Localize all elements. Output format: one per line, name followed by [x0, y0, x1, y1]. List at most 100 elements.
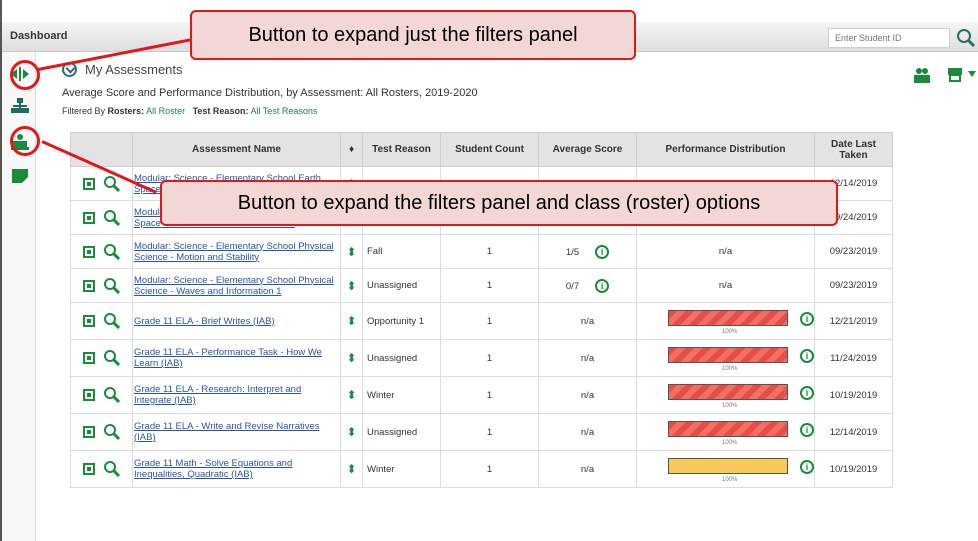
print-row-icon[interactable] — [82, 388, 96, 402]
print-row-icon[interactable] — [82, 351, 96, 365]
info-icon[interactable]: i — [800, 386, 814, 400]
sort-row-icon[interactable]: ⬍ — [346, 462, 356, 476]
table-row: Modular: Science - Elementary School Phy… — [70, 268, 893, 303]
row-sort-cell[interactable]: ⬍ — [340, 376, 363, 414]
row-sort-cell[interactable]: ⬍ — [340, 450, 363, 488]
column-performance-distribution[interactable]: Performance Distribution — [636, 132, 815, 167]
sort-row-icon[interactable]: ⬍ — [346, 314, 356, 328]
magnify-row-icon[interactable] — [104, 209, 120, 226]
test-reason-cell: Unassigned — [362, 268, 441, 303]
performance-bar[interactable] — [668, 384, 788, 400]
sort-icon[interactable]: ♦ — [349, 144, 354, 155]
print-row-icon[interactable] — [82, 177, 96, 191]
student-count-cell: 1 — [440, 376, 539, 414]
rosters-value: All Roster — [146, 106, 186, 116]
print-students-icon[interactable] — [912, 66, 932, 84]
row-sort-cell[interactable]: ⬍ — [340, 413, 363, 451]
filter-summary: Filtered By Rosters: All Roster Test Rea… — [62, 106, 317, 116]
print-row-icon[interactable] — [82, 279, 96, 293]
column-assessment-name[interactable]: Assessment Name — [132, 132, 341, 167]
assessment-link[interactable]: Modular: Science - Elementary School Phy… — [134, 241, 339, 263]
print-dropdown-icon[interactable] — [946, 66, 978, 84]
assessment-link[interactable]: Modular: Science - Elementary School Phy… — [134, 275, 339, 297]
assessment-name-cell[interactable]: Grade 11 ELA - Performance Task - How We… — [132, 339, 341, 377]
print-row-icon[interactable] — [82, 314, 96, 328]
search-icon[interactable] — [955, 27, 977, 49]
magnify-row-icon[interactable] — [104, 424, 120, 440]
sort-column-header[interactable]: ♦ — [340, 132, 363, 167]
info-icon[interactable]: i — [595, 278, 610, 293]
callout-filters-roster: Button to expand the filters panel and c… — [160, 180, 838, 226]
note-icon[interactable] — [10, 166, 30, 186]
performance-bar[interactable] — [668, 347, 788, 363]
table-row: Grade 11 Math - Solve Equations and Ineq… — [70, 450, 893, 488]
sort-row-icon[interactable]: ⬍ — [346, 279, 356, 293]
info-icon[interactable]: i — [800, 312, 814, 326]
print-row-icon[interactable] — [82, 245, 96, 259]
icons-header — [70, 132, 133, 167]
table-row: Grade 11 ELA - Brief Writes (IAB) ⬍ Opport… — [70, 302, 893, 340]
magnify-row-icon[interactable] — [104, 350, 120, 366]
date-cell: 10/19/2019 — [814, 450, 893, 488]
average-score-cell: 1/5 i — [538, 234, 637, 269]
row-actions — [70, 200, 133, 235]
student-id-input[interactable] — [828, 28, 950, 48]
assessment-name-cell[interactable]: Grade 11 ELA - Write and Revise Narrativ… — [132, 413, 341, 451]
student-count-cell: 1 — [440, 339, 539, 377]
info-icon[interactable]: i — [800, 349, 814, 363]
student-count-cell: 1 — [440, 234, 539, 269]
student-count-cell: 1 — [440, 413, 539, 451]
print-row-icon[interactable] — [82, 211, 96, 225]
magnify-row-icon[interactable] — [104, 387, 120, 403]
assessment-link[interactable]: Grade 11 Math - Solve Equations and Ineq… — [134, 458, 339, 480]
column-test-reason[interactable]: Test Reason — [362, 132, 441, 167]
row-sort-cell[interactable]: ⬍ — [340, 302, 363, 340]
assessment-name-cell[interactable]: Grade 11 ELA - Brief Writes (IAB) — [132, 302, 341, 340]
date-cell: 09/23/2019 — [814, 234, 893, 269]
roster-button-highlight — [10, 126, 40, 156]
sort-row-icon[interactable]: ⬍ — [346, 351, 356, 365]
row-actions — [70, 302, 133, 340]
bar-percent-label: 100% — [722, 366, 738, 372]
info-icon[interactable]: i — [800, 423, 814, 437]
section-title: My Assessments — [85, 62, 183, 77]
magnify-row-icon[interactable] — [104, 243, 120, 260]
info-icon[interactable]: i — [800, 460, 814, 474]
print-row-icon[interactable] — [82, 425, 96, 439]
assessment-link[interactable]: Grade 11 ELA - Research: Interpret and I… — [134, 384, 339, 406]
sort-row-icon[interactable]: ⬍ — [346, 425, 356, 439]
assessment-name-cell[interactable]: Modular: Science - Elementary School Phy… — [132, 268, 341, 303]
assessment-link[interactable]: Grade 11 ELA - Brief Writes (IAB) — [134, 316, 339, 327]
info-icon[interactable]: i — [595, 244, 610, 259]
row-actions — [70, 339, 133, 377]
performance-bar[interactable] — [668, 458, 788, 474]
performance-bar[interactable] — [668, 310, 788, 326]
row-actions — [70, 166, 133, 201]
assessment-name-cell[interactable]: Grade 11 ELA - Research: Interpret and I… — [132, 376, 341, 414]
sort-row-icon[interactable]: ⬍ — [346, 388, 356, 402]
row-actions — [70, 450, 133, 488]
assessment-link[interactable]: Grade 11 ELA - Performance Task - How We… — [134, 347, 339, 369]
magnify-row-icon[interactable] — [104, 175, 120, 192]
column-average-score[interactable]: Average Score — [538, 132, 637, 167]
sort-row-icon[interactable]: ⬍ — [346, 245, 356, 259]
performance-bar[interactable] — [668, 421, 788, 437]
magnify-row-icon[interactable] — [104, 461, 120, 477]
test-reason-cell: Winter — [362, 376, 441, 414]
column-student-count[interactable]: Student Count — [440, 132, 539, 167]
column-date-last-taken[interactable]: Date Last Taken — [814, 132, 893, 167]
row-sort-cell[interactable]: ⬍ — [340, 234, 363, 269]
assessment-link[interactable]: Grade 11 ELA - Write and Revise Narrativ… — [134, 421, 339, 443]
assessment-name-cell[interactable]: Modular: Science - Elementary School Phy… — [132, 234, 341, 269]
row-sort-cell[interactable]: ⬍ — [340, 339, 363, 377]
average-score-cell: 0/7 i — [538, 268, 637, 303]
row-sort-cell[interactable]: ⬍ — [340, 268, 363, 303]
print-row-icon[interactable] — [82, 462, 96, 476]
magnify-row-icon[interactable] — [104, 313, 120, 329]
magnify-row-icon[interactable] — [104, 277, 120, 294]
hierarchy-icon[interactable] — [10, 96, 30, 116]
date-cell: 09/23/2019 — [814, 268, 893, 303]
test-reason-cell: Unassigned — [362, 413, 441, 451]
callout-filters-only: Button to expand just the filters panel — [190, 10, 636, 60]
assessment-name-cell[interactable]: Grade 11 Math - Solve Equations and Ineq… — [132, 450, 341, 488]
